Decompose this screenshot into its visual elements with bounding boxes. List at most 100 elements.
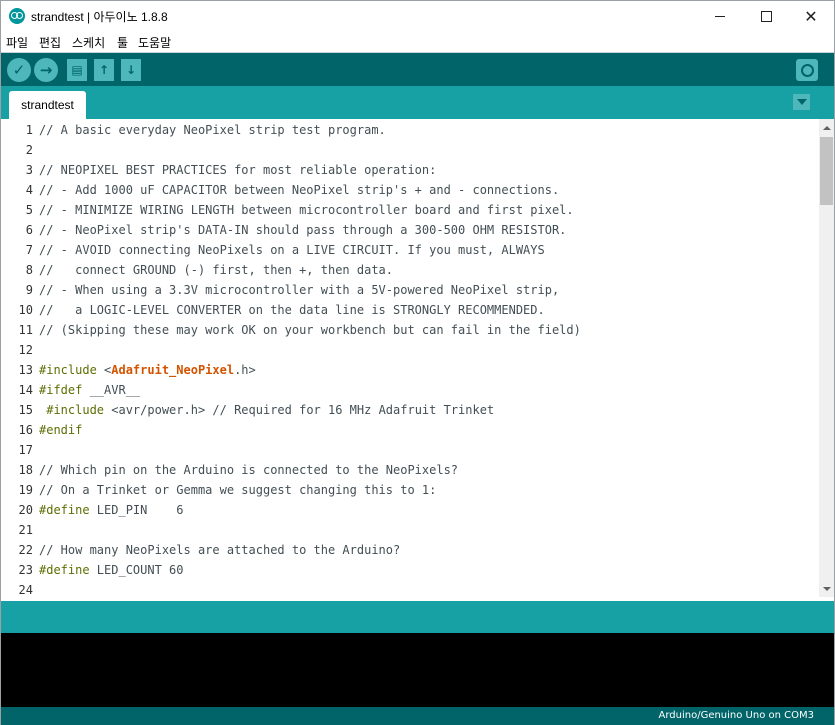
code-line[interactable]: 12 <box>1 340 819 360</box>
tab-menu-button[interactable] <box>793 94 810 110</box>
code-line[interactable]: 15 #include <avr/power.h> // Required fo… <box>1 400 819 420</box>
code-line[interactable]: 19 // On a Trinket or Gemma we suggest ch… <box>1 480 819 500</box>
scroll-up-arrow-icon[interactable] <box>819 119 834 136</box>
code-line[interactable]: 20 #define LED_PIN 6 <box>1 500 819 520</box>
code-line[interactable]: 6 // - NeoPixel strip's DATA-IN should pa… <box>1 220 819 240</box>
code-line[interactable]: 14 #ifdef __AVR__ <box>1 380 819 400</box>
code-text: #include <avr/power.h> // Required for 1… <box>39 400 494 420</box>
code-line[interactable]: 2 <box>1 140 819 160</box>
minimize-icon <box>715 16 725 17</box>
close-icon: ✕ <box>804 6 818 26</box>
code-text: #define LED_PIN 6 <box>39 500 184 520</box>
console-output <box>1 633 834 707</box>
code-line[interactable]: 13 #include <Adafruit_NeoPixel.h> <box>1 360 819 380</box>
code-line[interactable]: 24 <box>1 580 819 597</box>
line-number: 22 <box>18 543 33 557</box>
preprocessor-keyword: #endif <box>39 423 83 437</box>
code-segment: LED_COUNT 60 <box>89 563 184 577</box>
code-segment: // a LOGIC-LEVEL CONVERTER on the data l… <box>39 303 545 317</box>
preprocessor-keyword: #include <box>46 403 105 417</box>
code-segment: // - When using a 3.3V microcontroller w… <box>39 283 560 297</box>
code-line[interactable]: 4 // - Add 1000 uF CAPACITOR between NeoP… <box>1 180 819 200</box>
code-line[interactable]: 21 <box>1 520 819 540</box>
code-text: // (Skipping these may work OK on your w… <box>39 320 581 340</box>
code-text: #include <Adafruit_NeoPixel.h> <box>39 360 256 380</box>
code-segment: // On a Trinket or Gemma we suggest chan… <box>39 483 437 497</box>
menu-sketch[interactable]: 스케치 <box>72 34 105 51</box>
line-number: 20 <box>18 503 33 517</box>
app-window: strandtest | 아두이노 1.8.8 ✕ 파일 편집 스케치 툴 도움… <box>0 0 835 725</box>
code-line[interactable]: 23 #define LED_COUNT 60 <box>1 560 819 580</box>
code-line[interactable]: 22 // How many NeoPixels are attached to … <box>1 540 819 560</box>
menu-help[interactable]: 도움말 <box>138 34 171 51</box>
code-line[interactable]: 11 // (Skipping these may work OK on your… <box>1 320 819 340</box>
close-button[interactable]: ✕ <box>788 1 834 32</box>
code-segment: // A basic everyday NeoPixel strip test … <box>39 123 386 137</box>
line-number: 18 <box>18 463 33 477</box>
code-line[interactable]: 16 #endif <box>1 420 819 440</box>
menu-bar: 파일 편집 스케치 툴 도움말 <box>1 32 834 52</box>
code-segment: LED_PIN 6 <box>89 503 184 517</box>
code-text: // a LOGIC-LEVEL CONVERTER on the data l… <box>39 300 545 320</box>
code-line[interactable]: 8 // connect GROUND (-) first, then +, th… <box>1 260 819 280</box>
code-line[interactable]: 17 <box>1 440 819 460</box>
line-number: 7 <box>25 243 33 257</box>
code-segment: __AVR__ <box>82 383 141 397</box>
code-segment: // connect GROUND (-) first, then +, the… <box>39 263 394 277</box>
code-text: // - When using a 3.3V microcontroller w… <box>39 280 559 300</box>
code-segment: // How many NeoPixels are attached to th… <box>39 543 401 557</box>
footer-bar: Arduino/Genuino Uno on COM3 <box>1 707 834 725</box>
line-number: 11 <box>18 323 33 337</box>
scrollbar-thumb[interactable] <box>820 137 833 205</box>
code-line[interactable]: 18 // Which pin on the Arduino is connect… <box>1 460 819 480</box>
new-sketch-button[interactable]: ▤ <box>67 59 87 81</box>
code-segment: // Which pin on the Arduino is connected… <box>39 463 459 477</box>
tab-strandtest[interactable]: strandtest <box>9 91 86 119</box>
status-bar <box>1 601 834 633</box>
scroll-down-arrow-icon[interactable] <box>819 580 834 597</box>
serial-monitor-button[interactable] <box>796 59 818 81</box>
vertical-scrollbar[interactable] <box>819 119 834 597</box>
code-segment: // (Skipping these may work OK on your w… <box>39 323 581 337</box>
code-line[interactable]: 3 // NEOPIXEL BEST PRACTICES for most rel… <box>1 160 819 180</box>
menu-edit[interactable]: 편집 <box>39 34 61 51</box>
maximize-button[interactable] <box>743 1 789 32</box>
save-button[interactable]: ↓ <box>121 59 141 81</box>
maximize-icon <box>760 11 772 22</box>
code-segment: // - NeoPixel strip's DATA-IN should pas… <box>39 223 567 237</box>
code-text: // On a Trinket or Gemma we suggest chan… <box>39 480 436 500</box>
line-number: 6 <box>25 223 33 237</box>
preprocessor-keyword: #define <box>39 563 90 577</box>
checkmark-icon: ✓ <box>12 61 26 79</box>
line-number: 12 <box>18 343 33 357</box>
preprocessor-keyword: #define <box>39 503 90 517</box>
open-button[interactable]: ↑ <box>94 59 114 81</box>
line-number: 19 <box>18 483 33 497</box>
code-text: // - NeoPixel strip's DATA-IN should pas… <box>39 220 566 240</box>
line-number: 13 <box>18 363 33 377</box>
code-line[interactable]: 10 // a LOGIC-LEVEL CONVERTER on the data… <box>1 300 819 320</box>
code-segment: // - Add 1000 uF CAPACITOR between NeoPi… <box>39 183 560 197</box>
code-editor[interactable]: 1 // A basic everyday NeoPixel strip test… <box>1 119 819 597</box>
code-text: // - Add 1000 uF CAPACITOR between NeoPi… <box>39 180 559 200</box>
line-number: 5 <box>25 203 33 217</box>
code-text: // - AVOID connecting NeoPixels on a LIV… <box>39 240 545 260</box>
code-segment: // - AVOID connecting NeoPixels on a LIV… <box>39 243 545 257</box>
line-number: 24 <box>18 583 33 597</box>
menu-file[interactable]: 파일 <box>6 34 28 51</box>
code-text: // How many NeoPixels are attached to th… <box>39 540 400 560</box>
magnifier-icon <box>800 63 814 77</box>
code-line[interactable]: 5 // - MINIMIZE WIRING LENGTH between mic… <box>1 200 819 220</box>
board-port-label: Arduino/Genuino Uno on COM3 <box>658 710 815 721</box>
code-line[interactable]: 7 // - AVOID connecting NeoPixels on a LI… <box>1 240 819 260</box>
code-text: // Which pin on the Arduino is connected… <box>39 460 458 480</box>
line-number: 15 <box>18 403 33 417</box>
minimize-button[interactable] <box>697 1 743 32</box>
code-line[interactable]: 9 // - When using a 3.3V microcontroller … <box>1 280 819 300</box>
code-line[interactable]: 1 // A basic everyday NeoPixel strip test… <box>1 120 819 140</box>
tab-bar: strandtest <box>1 86 834 119</box>
verify-button[interactable]: ✓ <box>7 58 31 82</box>
menu-tools[interactable]: 툴 <box>117 34 128 51</box>
arduino-logo-icon <box>9 8 25 24</box>
upload-button[interactable]: → <box>34 58 58 82</box>
